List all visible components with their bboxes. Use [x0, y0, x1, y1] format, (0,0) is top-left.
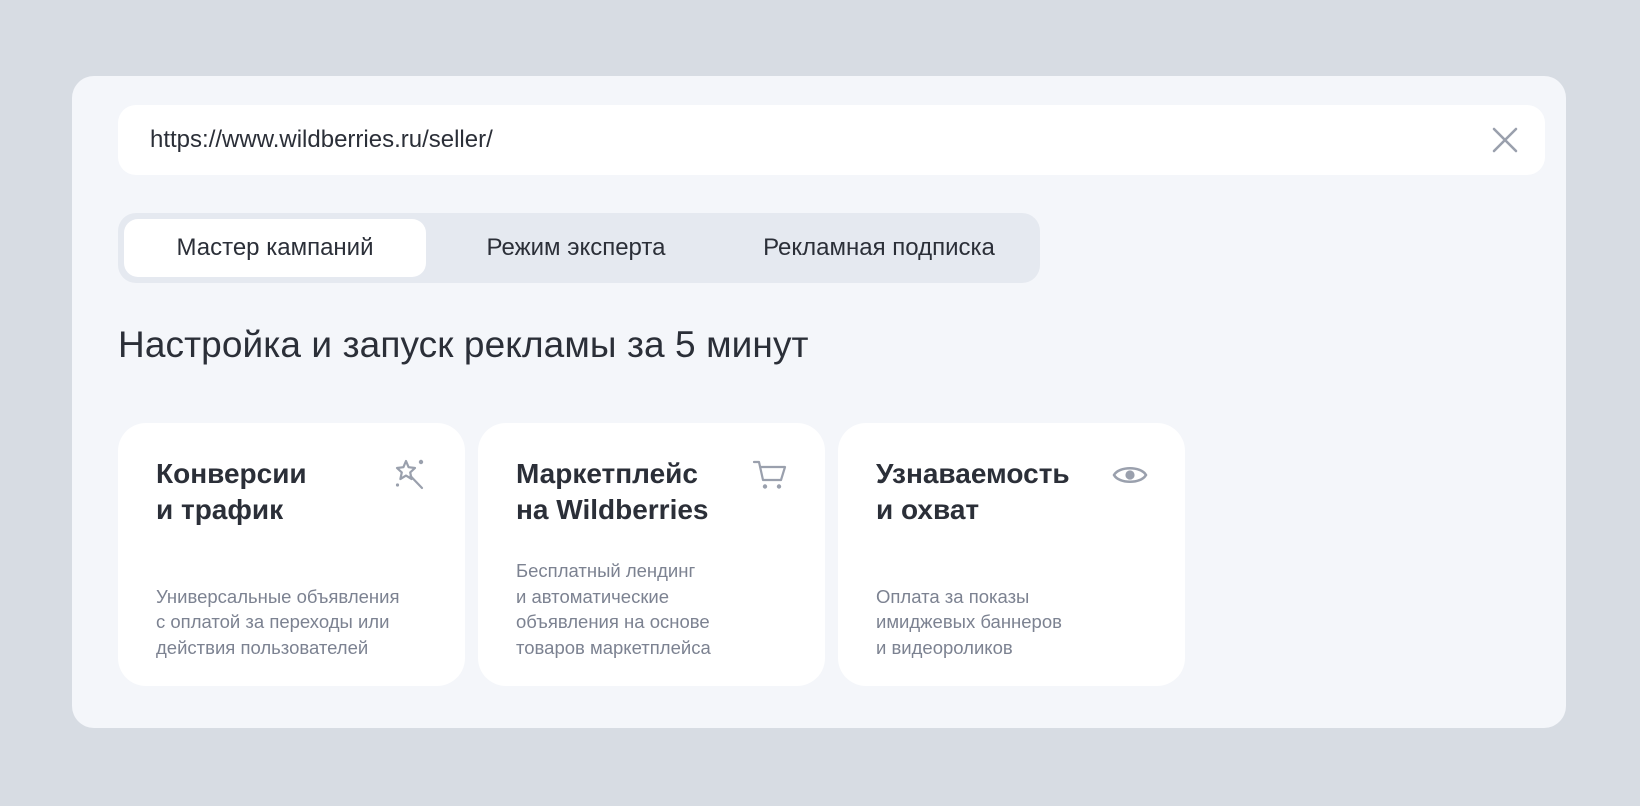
- tab-campaign-wizard[interactable]: Мастер кампаний: [124, 219, 426, 277]
- card-title-line: и трафик: [156, 494, 284, 525]
- card-description: Бесплатный лендинг и автоматические объя…: [516, 558, 806, 660]
- card-description: Оплата за показы имиджевых баннеров и ви…: [876, 584, 1166, 661]
- card-title-line: Конверсии: [156, 458, 307, 489]
- card-title-line: и охват: [876, 494, 980, 525]
- card-description-line: объявления на основе: [516, 611, 710, 632]
- eye-icon: [1111, 456, 1149, 494]
- card-description-line: имиджевых баннеров: [876, 611, 1062, 632]
- card-description-line: действия пользователей: [156, 636, 369, 658]
- card-description-line: с оплатой за переходы или: [156, 611, 390, 632]
- card-title: Маркетплейс на Wildberries: [516, 456, 746, 528]
- card-description-line: Бесплатный лендинг: [516, 560, 696, 581]
- card-description-line: Оплата за показы: [876, 585, 1030, 607]
- shopping-cart-icon: [751, 456, 789, 494]
- url-input-value[interactable]: https://www.wildberries.ru/seller/: [150, 105, 493, 175]
- card-title: Узнаваемость и охват: [876, 456, 1106, 528]
- card-description-line: и видеороликов: [876, 636, 1013, 658]
- card-title-line: на Wildberries: [516, 494, 709, 525]
- tab-ad-subscription[interactable]: Рекламная подписка: [726, 219, 1032, 277]
- magic-wand-icon: [391, 456, 429, 494]
- card-description: Универсальные объявления с оплатой за пе…: [156, 584, 446, 661]
- card-title-line: Узнаваемость: [876, 458, 1070, 489]
- url-input-field[interactable]: https://www.wildberries.ru/seller/: [118, 105, 1545, 175]
- card-description-line: Универсальные объявления: [156, 585, 400, 607]
- card-description-line: и автоматические: [516, 585, 670, 607]
- card-title-line: Маркетплейс: [516, 458, 698, 489]
- tab-expert-mode[interactable]: Режим эксперта: [436, 219, 716, 277]
- card-awareness-reach[interactable]: Узнаваемость и охват Оплата за показы им…: [838, 423, 1185, 686]
- card-description-line: товаров маркетплейса: [516, 636, 711, 658]
- card-title: Конверсии и трафик: [156, 456, 386, 528]
- page-title: Настройка и запуск рекламы за 5 минут: [118, 324, 809, 365]
- card-marketplace-wildberries[interactable]: Маркетплейс на Wildberries Бесплатный ле…: [478, 423, 825, 686]
- card-conversions-traffic[interactable]: Конверсии и трафик Универсальные объявле…: [118, 423, 465, 686]
- mode-tabs: Мастер кампаний Режим эксперта Рекламная…: [118, 213, 1040, 283]
- ad-setup-panel: https://www.wildberries.ru/seller/ Масте…: [72, 76, 1566, 728]
- clear-url-button[interactable]: [1491, 126, 1519, 154]
- close-icon[interactable]: [1491, 126, 1519, 154]
